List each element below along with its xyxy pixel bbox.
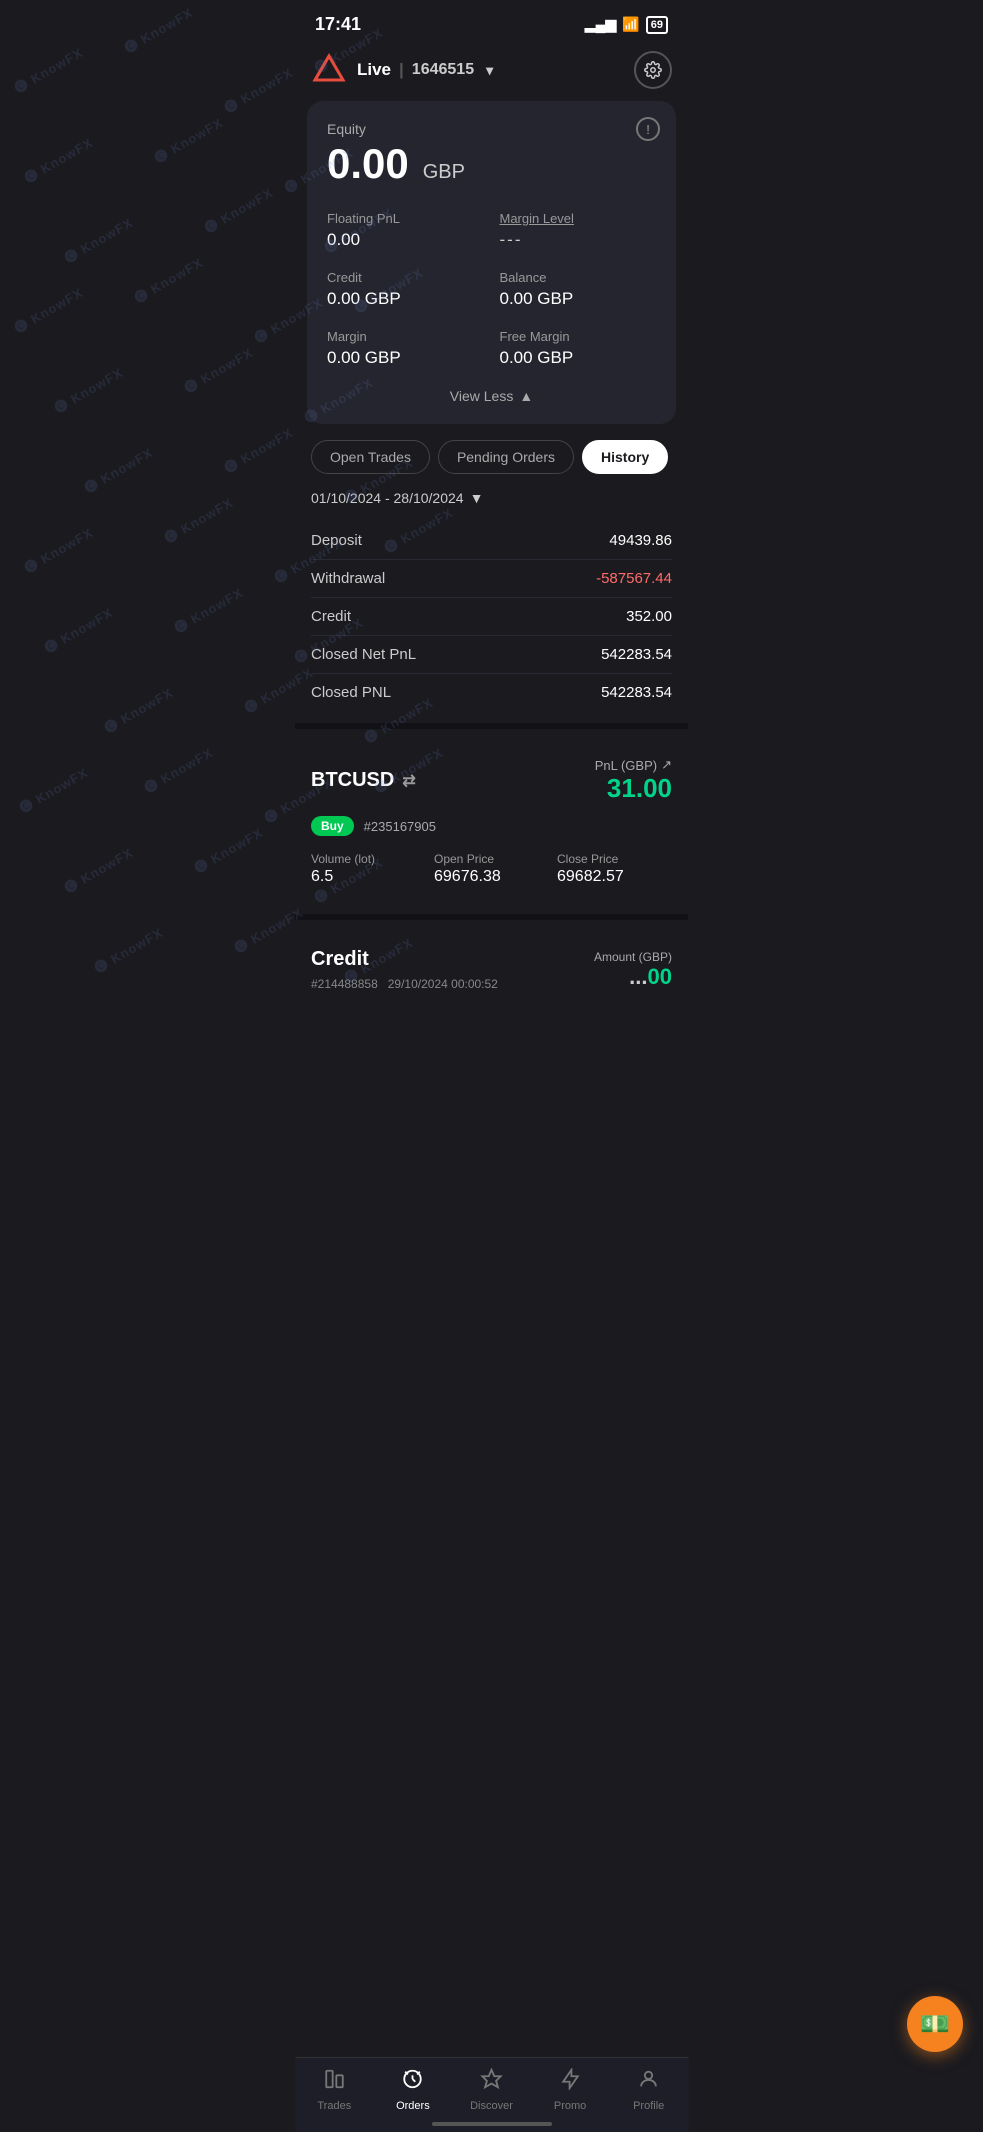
promo-label: Promo: [554, 2100, 586, 2112]
fab-icon: 💵: [920, 2010, 950, 2039]
nav-discover[interactable]: Discover: [452, 2068, 531, 2112]
credit-header: Credit #214488858 29/10/2024 00:00:52 Am…: [311, 948, 672, 991]
equity-value: 0.00: [327, 141, 409, 187]
equity-currency: GBP: [423, 161, 465, 184]
status-icons: ▂▄▆ 📶 69: [585, 16, 668, 34]
tab-history[interactable]: History: [582, 440, 668, 474]
open-price-field: Open Price 69676.38: [434, 852, 549, 886]
balance-field: Balance 0.00 GBP: [500, 270, 657, 309]
margin-value: 0.00 GBP: [327, 348, 484, 368]
section-divider: [295, 723, 688, 729]
history-stats: Deposit 49439.86 Withdrawal -587567.44 C…: [295, 522, 688, 711]
app-logo: [311, 52, 347, 88]
promo-icon: [559, 2068, 581, 2096]
nav-trades[interactable]: Trades: [295, 2068, 374, 2112]
profile-icon: [638, 2068, 660, 2096]
credit-field: Credit 0.00 GBP: [327, 270, 484, 309]
trade-pnl-label: PnL (GBP) ↗: [595, 757, 672, 773]
mode-label: Live: [357, 60, 391, 80]
close-price-field: Close Price 69682.57: [557, 852, 672, 886]
balance-value: 0.00 GBP: [500, 289, 657, 309]
home-indicator: [432, 2122, 552, 2126]
credit-order-id: #214488858: [311, 977, 378, 991]
credit-amount-value: ...00: [594, 964, 672, 990]
trade-symbol-icon: ⇄: [402, 771, 415, 791]
chevron-up-icon: ▲: [519, 388, 533, 404]
credit-amount-label: Amount (GBP): [594, 950, 672, 964]
fab-button[interactable]: 💵: [907, 1996, 963, 2052]
orders-icon: [402, 2068, 424, 2096]
discover-label: Discover: [470, 2100, 513, 2112]
date-range[interactable]: 01/10/2024 - 28/10/2024 ▼: [295, 490, 688, 522]
header-left: Live | 1646515 ▾: [311, 52, 493, 88]
account-card: ! Equity 0.00 GBP Floating PnL 0.00 Marg…: [307, 101, 676, 424]
credit-datetime: 29/10/2024 00:00:52: [388, 977, 498, 991]
trade-card: BTCUSD ⇄ PnL (GBP) ↗ 31.00 Buy #23516790…: [295, 741, 688, 902]
trade-details-grid: Volume (lot) 6.5 Open Price 69676.38 Clo…: [311, 852, 672, 886]
credit-value: 0.00 GBP: [327, 289, 484, 309]
status-time: 17:41: [315, 14, 361, 35]
volume-field: Volume (lot) 6.5: [311, 852, 426, 886]
section-divider-2: [295, 914, 688, 920]
chevron-down-icon: ▼: [470, 490, 484, 506]
floating-pnl-value: 0.00: [327, 230, 484, 250]
trades-label: Trades: [317, 2100, 351, 2112]
nav-profile[interactable]: Profile: [609, 2068, 688, 2112]
free-margin-field: Free Margin 0.00 GBP: [500, 329, 657, 368]
chevron-down-icon: ▾: [486, 62, 493, 79]
credit-title: Credit: [311, 948, 498, 971]
margin-level-field: Margin Level ---: [500, 211, 657, 250]
nav-orders[interactable]: Orders: [374, 2068, 453, 2112]
floating-pnl-field: Floating PnL 0.00: [327, 211, 484, 250]
battery-icon: 69: [646, 16, 668, 34]
tab-open-trades[interactable]: Open Trades: [311, 440, 430, 474]
trades-icon: [323, 2068, 345, 2096]
bottom-nav: Trades Orders Discover Promo: [295, 2057, 688, 2132]
orders-label: Orders: [396, 2100, 430, 2112]
margin-level-value: ---: [500, 230, 657, 250]
trade-symbol: BTCUSD ⇄: [311, 769, 416, 792]
signal-icon: ▂▄▆: [585, 16, 616, 33]
header: Live | 1646515 ▾: [295, 43, 688, 101]
trade-header: BTCUSD ⇄ PnL (GBP) ↗ 31.00: [311, 757, 672, 804]
settings-button[interactable]: [634, 51, 672, 89]
view-less-button[interactable]: View Less ▲: [327, 388, 656, 404]
history-row-withdrawal: Withdrawal -587567.44: [311, 560, 672, 598]
account-details-grid: Floating PnL 0.00 Margin Level --- Credi…: [327, 211, 656, 368]
tab-pending-orders[interactable]: Pending Orders: [438, 440, 574, 474]
tabs-container: Open Trades Pending Orders History: [295, 440, 688, 490]
history-row-closed-net-pnl: Closed Net PnL 542283.54: [311, 636, 672, 674]
credit-card: Credit #214488858 29/10/2024 00:00:52 Am…: [295, 932, 688, 1019]
trade-sub-row: Buy #235167905: [311, 816, 672, 836]
account-id: 1646515: [412, 61, 474, 79]
profile-label: Profile: [633, 2100, 664, 2112]
history-row-closed-pnl: Closed PNL 542283.54: [311, 674, 672, 711]
wifi-icon: 📶: [622, 16, 639, 33]
history-row-credit: Credit 352.00: [311, 598, 672, 636]
info-icon[interactable]: !: [636, 117, 660, 141]
history-row-deposit: Deposit 49439.86: [311, 522, 672, 560]
equity-label: Equity: [327, 121, 656, 137]
margin-field: Margin 0.00 GBP: [327, 329, 484, 368]
live-badge[interactable]: Live | 1646515 ▾: [357, 60, 493, 80]
status-bar: 17:41 ▂▄▆ 📶 69: [295, 0, 688, 43]
date-range-text: 01/10/2024 - 28/10/2024: [311, 490, 464, 506]
nav-promo[interactable]: Promo: [531, 2068, 610, 2112]
trade-pnl-value: 31.00: [595, 773, 672, 804]
order-id: #235167905: [364, 819, 436, 834]
direction-badge: Buy: [311, 816, 354, 836]
free-margin-value: 0.00 GBP: [500, 348, 657, 368]
share-icon[interactable]: ↗: [661, 757, 672, 773]
discover-icon: [480, 2068, 502, 2096]
